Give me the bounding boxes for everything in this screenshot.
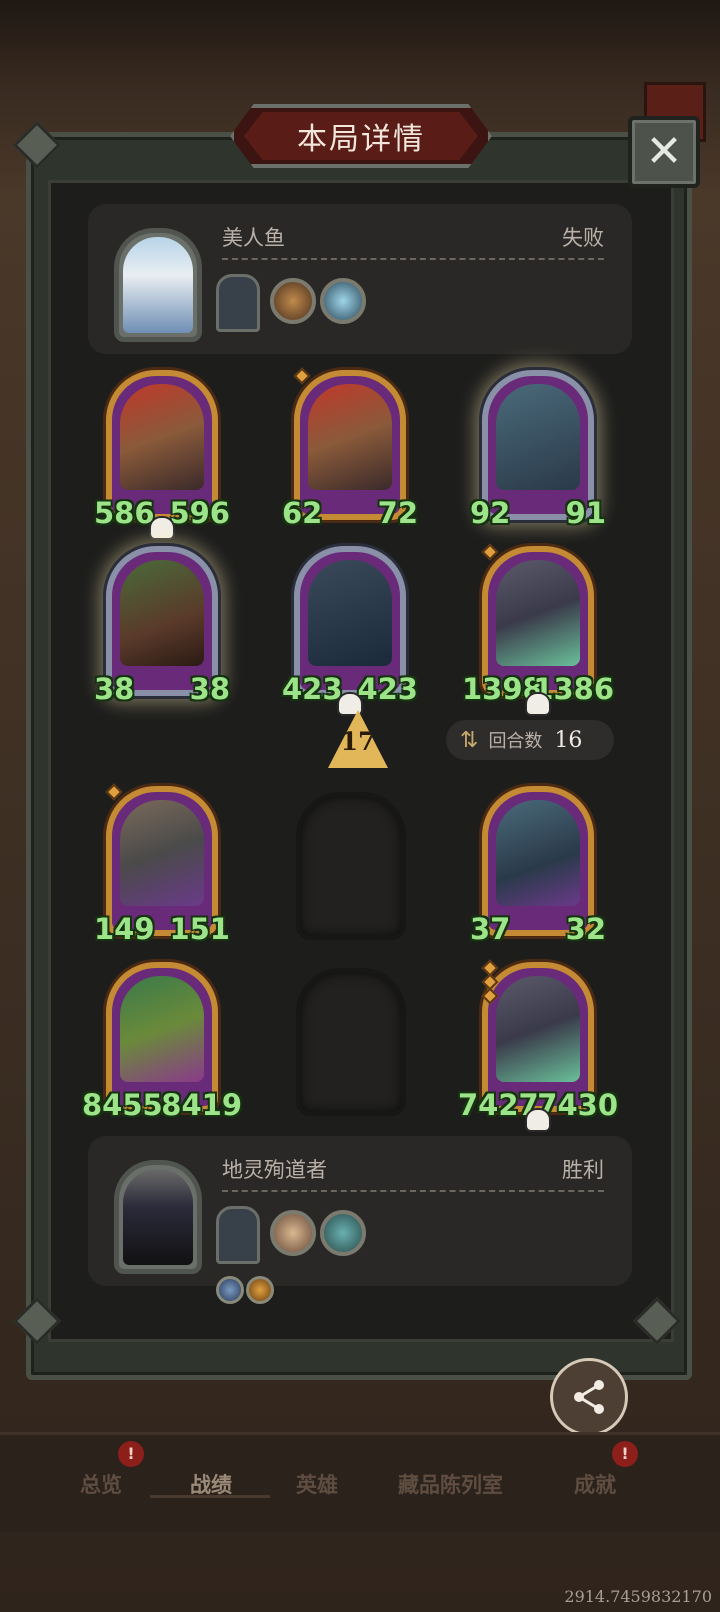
health-value: 596 [169,496,230,530]
robot-thinker-icon [496,800,580,906]
egg-relic-icon[interactable] [320,1210,366,1256]
attack-value: 8455 [82,1088,163,1122]
opponent-panel: 美人鱼 失败 [88,204,632,354]
close-button[interactable]: ✕ [628,116,700,188]
mermaid-portrait-icon[interactable] [114,228,202,342]
self-name: 地灵殉道者 [222,1158,327,1182]
round-counter: ⇅ 回合数 16 [446,720,614,760]
mech-tank-icon [308,384,392,490]
coin-relic-icon[interactable] [270,1210,316,1256]
health-value: 32 [565,912,606,946]
bottom-tab-bar: 总览 战绩 英雄 藏品陈列室 成就 ! ! [0,1432,720,1532]
robot-thinker-icon [496,384,580,490]
wood-background [0,0,720,90]
tab-heroes[interactable]: 英雄 [296,1469,338,1499]
frozen-relic-icon[interactable] [320,278,366,324]
title-banner: 本局详情 [244,112,478,160]
hero-card-icon[interactable] [216,1206,260,1264]
minion-card-r3c3[interactable]: 37 32 [470,786,606,946]
page-title: 本局详情 [297,122,425,157]
attack-value: 62 [282,496,323,530]
minion-card-r4c1[interactable]: 8455 8419 [82,962,242,1122]
minion-card-r4c3[interactable]: 7427 7430 [458,959,618,1132]
health-value: 72 [377,496,418,530]
skull-icon [525,692,551,716]
iron-knight-icon [308,560,392,666]
minion-card-r1c2[interactable]: 62 72 [282,367,418,530]
skull-icon [149,516,175,540]
self-result: 胜利 [562,1158,604,1182]
divider [222,1190,604,1192]
tab-achievements[interactable]: 成就 [574,1469,616,1499]
active-tab-indicator [150,1495,270,1498]
divider [222,258,604,260]
round-value: 16 [554,727,583,753]
notification-badge: ! [118,1441,144,1467]
health-value: 151 [169,912,230,946]
self-panel: 地灵殉道者 胜利 [88,1136,632,1304]
attack-value: 586 [94,496,155,530]
notification-badge: ! [612,1441,638,1467]
share-icon [574,1380,604,1414]
round-label: 回合数 [488,731,543,752]
swap-icon: ⇅ [460,727,479,753]
close-icon: ✕ [645,126,683,177]
swords-buff-icon[interactable] [216,1276,244,1304]
coin-buff-icon[interactable] [246,1276,274,1304]
mech-tank-icon [120,384,204,490]
attack-value: 37 [470,912,511,946]
tab-collection[interactable]: 藏品陈列室 [398,1469,503,1499]
hero-card-icon[interactable] [216,274,260,332]
empty-board-slot [296,968,406,1116]
attack-value: 149 [94,912,155,946]
opponent-name: 美人鱼 [222,226,285,250]
minion-card-r2c1[interactable]: 38 38 [94,546,230,706]
health-value: 423 [357,672,418,706]
minion-card-r1c3[interactable]: 92 91 [470,370,606,530]
skull-icon [525,1108,551,1132]
minion-card-r3c1[interactable]: 149 151 [94,783,230,946]
health-value: 91 [565,496,606,530]
hooded-figure-portrait-icon[interactable] [114,1160,202,1274]
golden-relic-icon[interactable] [270,278,316,324]
empty-board-slot [296,792,406,940]
fairy-icon [120,976,204,1082]
windmill-icon [120,800,204,906]
dragon-roar-icon [496,560,580,666]
attack-value: 423 [282,672,343,706]
health-value: 8419 [161,1088,242,1122]
boar-icon [120,560,204,666]
attack-value: 38 [94,672,135,706]
minion-card-r1c1[interactable]: 586 596 [94,370,230,540]
tab-overview[interactable]: 总览 [80,1469,122,1499]
opponent-result: 失败 [562,226,604,250]
game-screen: 本局详情 ✕ 美人鱼 失败 586 596 62 72 92 91 38 38 [0,0,720,1612]
health-value: 38 [189,672,230,706]
minion-card-r2c2[interactable]: 423 423 [282,546,418,716]
share-button[interactable] [550,1358,628,1436]
minion-card-r2c3[interactable]: 1398 1386 [462,543,614,716]
dragon-roar-icon [496,976,580,1082]
user-id: 2914.7459832170 [564,1587,712,1606]
attack-value: 92 [470,496,511,530]
